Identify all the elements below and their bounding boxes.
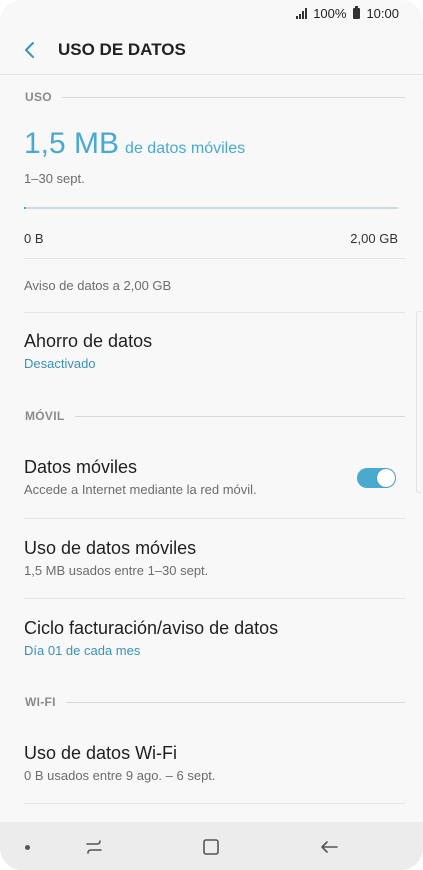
mobile-data-usage-title: Uso de datos móviles bbox=[24, 538, 197, 558]
section-label: WI-FI bbox=[25, 695, 56, 709]
billing-cycle-subtitle: Día 01 de cada mes bbox=[24, 643, 141, 658]
wifi-data-usage-subtitle: 0 B usados entre 9 ago. – 6 sept. bbox=[24, 768, 216, 783]
section-header-uso: USO bbox=[25, 89, 405, 105]
section-label: MÓVIL bbox=[25, 409, 65, 423]
mobile-data-usage-item[interactable]: Uso de datos móviles 1,5 MB usados entre… bbox=[24, 538, 405, 578]
wifi-data-usage-title: Uso de datos Wi-Fi bbox=[24, 743, 178, 763]
billing-cycle-item[interactable]: Ciclo facturación/aviso de datos Día 01 … bbox=[24, 618, 405, 658]
mobile-data-toggle[interactable] bbox=[357, 468, 396, 488]
section-divider bbox=[61, 96, 405, 98]
recent-apps-icon[interactable] bbox=[83, 836, 105, 858]
usage-amount: 1,5 MB bbox=[24, 127, 120, 160]
section-header-movil: MÓVIL bbox=[25, 408, 405, 424]
app-header: USO DE DATOS bbox=[0, 28, 423, 75]
usage-amount-suffix: de datos móviles bbox=[125, 140, 246, 157]
section-label: USO bbox=[25, 90, 52, 104]
mobile-data-subtitle: Accede a Internet mediante la red móvil. bbox=[24, 482, 257, 497]
mobile-data-item[interactable]: Datos móviles Accede a Internet mediante… bbox=[24, 457, 343, 497]
mobile-data-title: Datos móviles bbox=[24, 457, 138, 477]
section-divider bbox=[65, 701, 405, 703]
page-title: USO DE DATOS bbox=[58, 40, 186, 59]
usage-summary: 1,5 MB de datos móviles bbox=[24, 127, 245, 161]
status-indicators: 100% 10:00 bbox=[296, 6, 399, 21]
status-bar: 100% 10:00 bbox=[0, 0, 423, 28]
clock: 10:00 bbox=[366, 6, 399, 21]
divider bbox=[24, 518, 405, 519]
signal-icon bbox=[296, 8, 308, 19]
usage-axis-max: 2,00 GB bbox=[350, 231, 398, 246]
divider bbox=[24, 598, 405, 599]
usage-progress-bar bbox=[24, 207, 398, 209]
back-arrow-icon[interactable] bbox=[318, 836, 340, 858]
divider bbox=[24, 312, 405, 313]
data-saver-item[interactable]: Ahorro de datos Desactivado bbox=[24, 331, 405, 371]
navigation-bar bbox=[0, 822, 423, 870]
wifi-data-usage-item[interactable]: Uso de datos Wi-Fi 0 B usados entre 9 ag… bbox=[24, 743, 405, 783]
data-warning-label: Aviso de datos a 2,00 GB bbox=[24, 278, 172, 293]
divider bbox=[24, 258, 405, 259]
edge-panel-handle[interactable] bbox=[416, 311, 421, 493]
usage-axis-min: 0 B bbox=[24, 231, 44, 246]
toggle-knob bbox=[377, 469, 395, 487]
chevron-left-icon[interactable] bbox=[18, 38, 42, 62]
screen: 100% 10:00 USO DE DATOS USO 1,5 MB de da… bbox=[0, 0, 423, 870]
battery-percent: 100% bbox=[313, 6, 347, 21]
divider bbox=[24, 803, 405, 804]
usage-date-range: 1–30 sept. bbox=[24, 171, 85, 186]
home-icon[interactable] bbox=[200, 836, 222, 858]
usage-progress-fill bbox=[24, 207, 26, 209]
settings-list[interactable]: USO 1,5 MB de datos móviles 1–30 sept. 0… bbox=[0, 75, 423, 822]
dot-icon[interactable] bbox=[25, 845, 30, 850]
data-saver-title: Ahorro de datos bbox=[24, 331, 153, 351]
section-header-wifi: WI-FI bbox=[25, 694, 405, 710]
battery-icon bbox=[353, 6, 361, 19]
mobile-data-usage-subtitle: 1,5 MB usados entre 1–30 sept. bbox=[24, 563, 209, 578]
billing-cycle-title: Ciclo facturación/aviso de datos bbox=[24, 618, 279, 638]
section-divider bbox=[74, 415, 405, 417]
data-saver-status: Desactivado bbox=[24, 356, 96, 371]
